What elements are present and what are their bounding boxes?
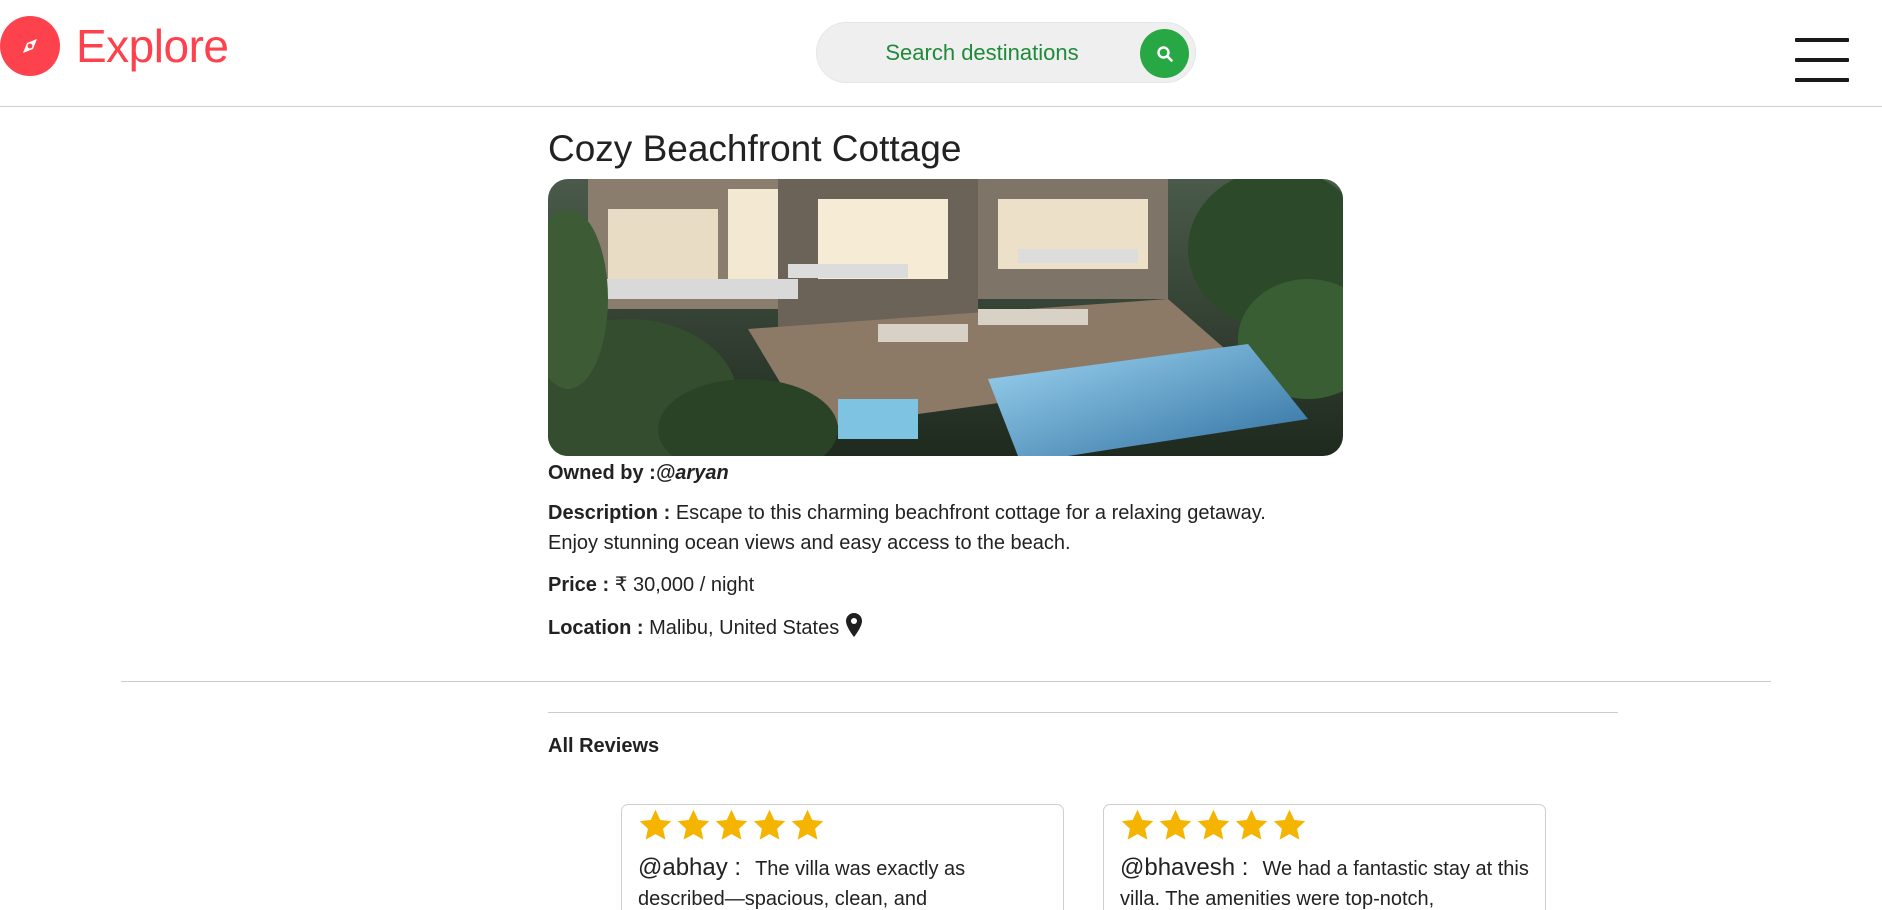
review-author: @bhavesh : bbox=[1120, 854, 1249, 881]
star-rating bbox=[1119, 807, 1308, 844]
search-button[interactable] bbox=[1140, 29, 1189, 78]
owner-label: Owned by : bbox=[548, 462, 656, 484]
review-body: @abhay : The villa was exactly as describ… bbox=[638, 853, 1048, 910]
review-body: @bhavesh : We had a fantastic stay at thi… bbox=[1120, 853, 1530, 910]
star-icon bbox=[1235, 809, 1268, 840]
price-value: ₹ 30,000 / night bbox=[614, 574, 755, 596]
owner-handle: @aryan bbox=[655, 462, 729, 484]
location-value: Malibu, United States bbox=[649, 617, 840, 639]
hamburger-icon-bar bbox=[1795, 58, 1849, 62]
brand-name: Explore bbox=[76, 20, 229, 72]
owner-line: Owned by :@aryan bbox=[548, 458, 729, 488]
search-bar bbox=[816, 22, 1196, 83]
star-icon bbox=[791, 809, 824, 840]
hamburger-icon-bar bbox=[1795, 78, 1849, 82]
map-pin-icon bbox=[845, 613, 862, 637]
review-card: @abhay : The villa was exactly as describ… bbox=[621, 804, 1064, 910]
location-label: Location : bbox=[548, 617, 644, 639]
price-label: Price : bbox=[548, 574, 610, 596]
star-rating bbox=[637, 807, 826, 844]
star-icon bbox=[639, 809, 672, 840]
brand-link[interactable]: Explore bbox=[0, 16, 229, 76]
listing-image bbox=[548, 179, 1343, 456]
description-label: Description : bbox=[548, 502, 671, 524]
listing-title: Cozy Beachfront Cottage bbox=[548, 128, 962, 169]
star-icon bbox=[753, 809, 786, 840]
search-icon bbox=[1156, 45, 1173, 62]
review-card: @bhavesh : We had a fantastic stay at thi… bbox=[1103, 804, 1546, 910]
star-icon bbox=[1273, 809, 1306, 840]
star-icon bbox=[677, 809, 710, 840]
search-input[interactable] bbox=[837, 23, 1127, 82]
menu-button[interactable] bbox=[1795, 38, 1849, 84]
review-author: @abhay : bbox=[638, 854, 742, 881]
description-text-line2: Enjoy stunning ocean views and easy acce… bbox=[548, 532, 1071, 554]
reviews-heading: All Reviews bbox=[548, 735, 660, 757]
section-divider bbox=[121, 681, 1771, 682]
compass-icon bbox=[0, 16, 60, 76]
star-icon bbox=[1121, 809, 1154, 840]
description-text: Escape to this charming beachfront cotta… bbox=[675, 502, 1266, 524]
star-icon bbox=[1197, 809, 1230, 840]
navbar: Explore bbox=[0, 0, 1882, 107]
reviews-divider bbox=[548, 712, 1618, 713]
star-icon bbox=[1159, 809, 1192, 840]
location-line: Location : Malibu, United States bbox=[548, 612, 863, 643]
hamburger-icon bbox=[1795, 38, 1849, 42]
price-line: Price : ₹ 30,000 / night bbox=[548, 570, 754, 600]
star-icon bbox=[715, 809, 748, 840]
description-line: Description : Escape to this charming be… bbox=[548, 498, 1348, 558]
